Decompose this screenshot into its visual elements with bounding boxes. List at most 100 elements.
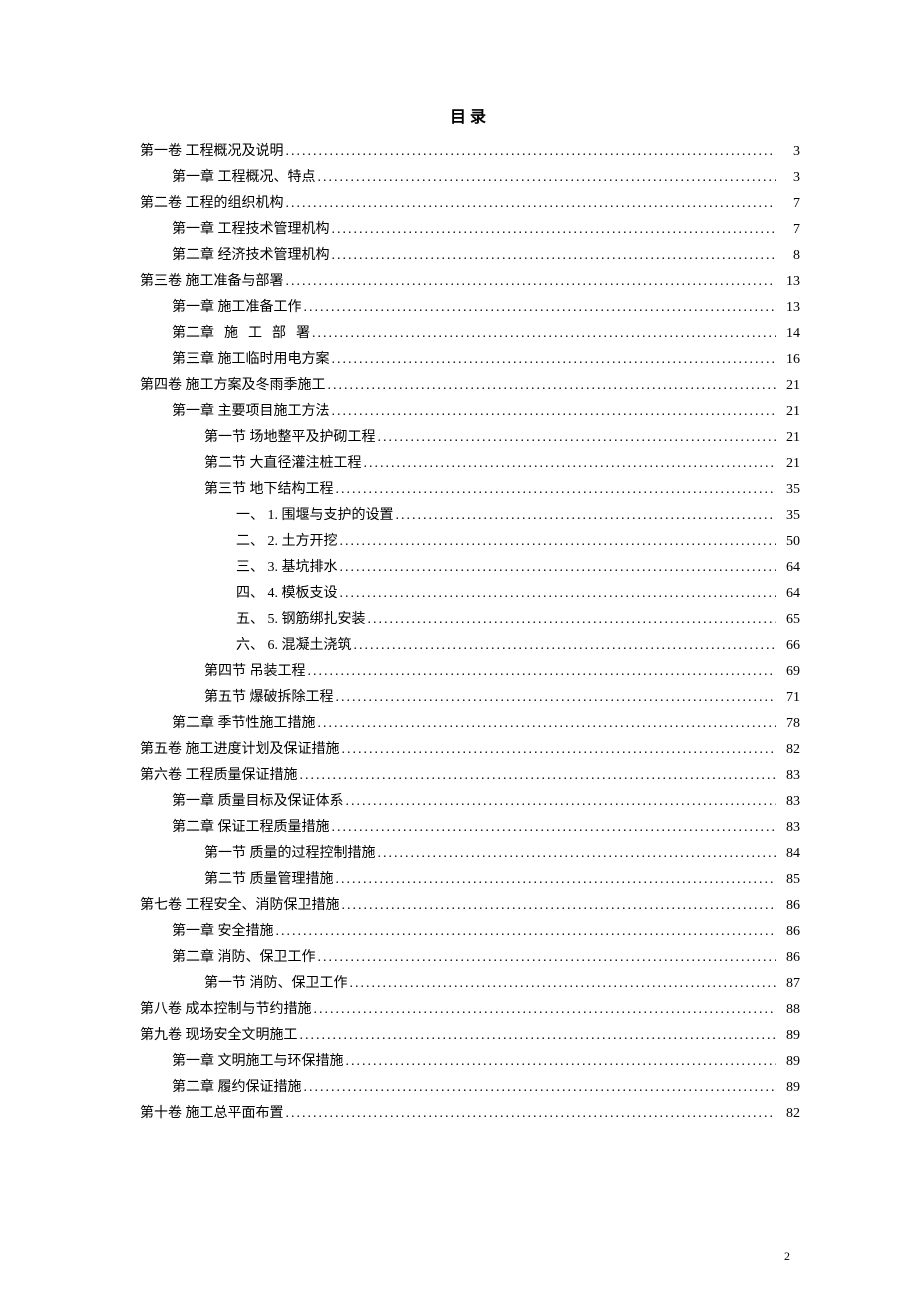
toc-leader-dots [336, 483, 777, 497]
toc-leader-dots [300, 769, 777, 783]
toc-entry-page: 86 [778, 951, 800, 965]
toc-entry-label: 第一节 场地整平及护砌工程 [204, 431, 376, 445]
toc-entry-label: 第七卷 工程安全、消防保卫措施 [140, 899, 340, 913]
toc-leader-dots [368, 613, 777, 627]
toc-entry: 一、 1. 围堰与支护的设置35 [140, 506, 800, 532]
toc-entry-page: 64 [778, 587, 800, 601]
toc-list: 第一卷 工程概况及说明 3 第一章 工程概况、特点3 第二卷 工程的组织机构 7 第一章 … [140, 142, 800, 1130]
toc-entry-label: 第二卷 工程的组织机构 [140, 197, 284, 211]
toc-entry-label: 第一章 工程概况、特点 [172, 171, 316, 185]
toc-entry-page: 66 [778, 639, 800, 653]
toc-leader-dots [286, 275, 777, 289]
toc-entry-label: 三、 3. 基坑排水 [236, 561, 338, 575]
toc-entry-page: 86 [778, 899, 800, 913]
toc-leader-dots [354, 639, 777, 653]
toc-entry-label: 第五节 爆破拆除工程 [204, 691, 334, 705]
toc-leader-dots [340, 535, 777, 549]
toc-entry-label: 二、 2. 土方开挖 [236, 535, 338, 549]
toc-entry-label: 四、 4. 模板支设 [236, 587, 338, 601]
toc-entry-label: 第四卷 施工方案及冬雨季施工 [140, 379, 326, 393]
toc-entry-label: 第二章 消防、保卫工作 [172, 951, 316, 965]
toc-entry: 第二章 履约保证措施89 [140, 1078, 800, 1104]
toc-entry-label: 第一章 施工准备工作 [172, 301, 302, 315]
toc-leader-dots [318, 717, 777, 731]
toc-entry: 第一卷 工程概况及说明 3 [140, 142, 800, 168]
toc-leader-dots [286, 1107, 777, 1121]
toc-entry-page: 21 [778, 431, 800, 445]
toc-entry-label: 第三节 地下结构工程 [204, 483, 334, 497]
toc-leader-dots [276, 925, 777, 939]
toc-entry-label: 第一卷 工程概况及说明 [140, 145, 284, 159]
toc-entry: 第十卷 施工总平面布置82 [140, 1104, 800, 1130]
toc-entry-page: 13 [778, 301, 800, 315]
toc-leader-dots [332, 821, 777, 835]
toc-title: 目录 [140, 110, 800, 126]
toc-leader-dots [312, 327, 776, 341]
toc-leader-dots [346, 1055, 777, 1069]
toc-entry: 第五节 爆破拆除工程 71 [140, 688, 800, 714]
toc-entry: 第二卷 工程的组织机构 7 [140, 194, 800, 220]
toc-entry: 第一章 质量目标及保证体系83 [140, 792, 800, 818]
toc-leader-dots [332, 223, 777, 237]
toc-entry-page: 50 [778, 535, 800, 549]
toc-entry: 第四卷 施工方案及冬雨季施工 21 [140, 376, 800, 402]
toc-entry: 第一章 安全措施86 [140, 922, 800, 948]
toc-entry-page: 83 [778, 769, 800, 783]
toc-entry-page: 35 [778, 483, 800, 497]
toc-leader-dots [304, 1081, 777, 1095]
toc-leader-dots [314, 1003, 777, 1017]
toc-entry-label: 第二节 质量管理措施 [204, 873, 334, 887]
toc-entry-page: 65 [778, 613, 800, 627]
toc-entry-page: 21 [778, 405, 800, 419]
toc-entry-page: 64 [778, 561, 800, 575]
toc-entry: 五、 5. 钢筋绑扎安装65 [140, 610, 800, 636]
toc-leader-dots [332, 353, 777, 367]
toc-entry-page: 87 [778, 977, 800, 991]
toc-leader-dots [332, 405, 777, 419]
toc-leader-dots [318, 951, 777, 965]
toc-entry-label: 第三章 施工临时用电方案 [172, 353, 330, 367]
toc-leader-dots [342, 743, 777, 757]
document-page: 目录 第一卷 工程概况及说明3第一章 工程概况、特点3第二卷 工程的组织机构7第… [0, 0, 920, 1302]
toc-entry-label: 第二章施工部署 [172, 327, 310, 341]
toc-entry: 第八卷 成本控制与节约措施88 [140, 1000, 800, 1026]
toc-leader-dots [378, 847, 777, 861]
toc-entry-page: 14 [778, 327, 800, 341]
toc-leader-dots [286, 197, 777, 211]
toc-entry: 第一节 消防、保卫工作87 [140, 974, 800, 1000]
toc-entry: 第五卷 施工进度计划及保证措施82 [140, 740, 800, 766]
toc-entry: 第七卷 工程安全、消防保卫措施 86 [140, 896, 800, 922]
toc-entry: 第二章施工部署 14 [140, 324, 800, 350]
toc-entry-label: 第一章 文明施工与环保措施 [172, 1055, 344, 1069]
toc-entry-label: 第一章 质量目标及保证体系 [172, 795, 344, 809]
toc-leader-dots [346, 795, 777, 809]
toc-entry-label: 第五卷 施工进度计划及保证措施 [140, 743, 340, 757]
toc-entry-label: 第二章 经济技术管理机构 [172, 249, 330, 263]
toc-leader-dots [396, 509, 777, 523]
toc-entry-page: 85 [778, 873, 800, 887]
toc-entry-page: 7 [778, 197, 800, 211]
toc-entry-label: 第四节 吊装工程 [204, 665, 306, 679]
toc-entry: 第四节 吊装工程69 [140, 662, 800, 688]
toc-entry-label: 第二章 保证工程质量措施 [172, 821, 330, 835]
toc-entry: 第一章 施工准备工作 13 [140, 298, 800, 324]
toc-entry-page: 16 [778, 353, 800, 367]
toc-entry: 第二章 经济技术管理机构8 [140, 246, 800, 272]
toc-entry: 第一章 工程概况、特点3 [140, 168, 800, 194]
toc-entry: 第一章 工程技术管理机构7 [140, 220, 800, 246]
toc-leader-dots [328, 379, 777, 393]
toc-entry-label: 六、 6. 混凝土浇筑 [236, 639, 352, 653]
toc-entry-page: 89 [778, 1081, 800, 1095]
toc-entry: 六、 6. 混凝土浇筑 66 [140, 636, 800, 662]
toc-entry-page: 13 [778, 275, 800, 289]
toc-entry-page: 3 [778, 145, 800, 159]
toc-entry-page: 71 [778, 691, 800, 705]
toc-entry: 第三节 地下结构工程 35 [140, 480, 800, 506]
toc-leader-dots [332, 249, 777, 263]
toc-entry-page: 78 [778, 717, 800, 731]
toc-leader-dots [300, 1029, 777, 1043]
toc-entry-page: 83 [778, 821, 800, 835]
toc-leader-dots [350, 977, 777, 991]
toc-entry-page: 21 [778, 379, 800, 393]
toc-entry: 第二节 质量管理措施 85 [140, 870, 800, 896]
